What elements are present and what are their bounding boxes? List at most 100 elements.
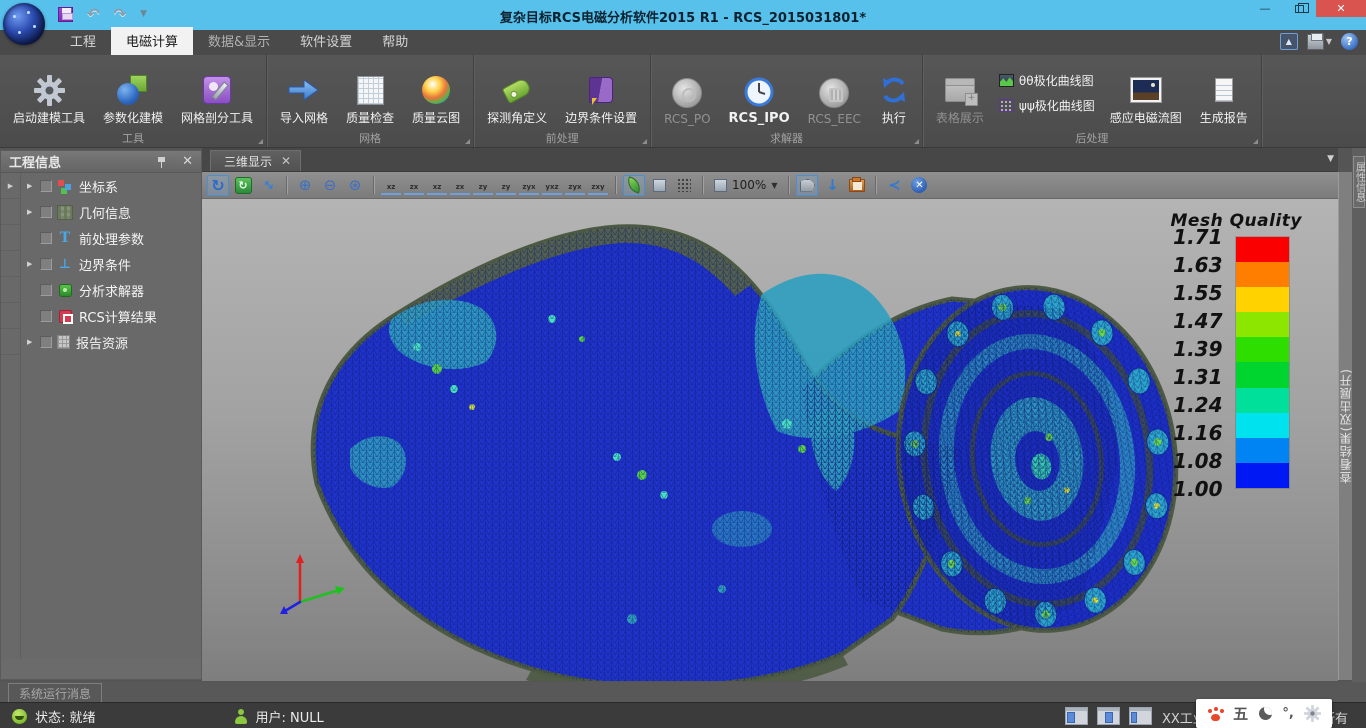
- rcs-eec-button[interactable]: RCS_EEC: [799, 57, 870, 129]
- tab-shuju-xianshi[interactable]: 数据&显示: [193, 27, 285, 55]
- view-orientation-button[interactable]: zx: [450, 175, 470, 195]
- layout-left-icon[interactable]: [1065, 707, 1088, 725]
- tree-item-rcs-result[interactable]: RCS计算结果: [1, 303, 201, 329]
- close-button[interactable]: ✕: [1316, 0, 1366, 17]
- probe-angle-button[interactable]: 探测角定义: [478, 57, 556, 129]
- tab-gongcheng[interactable]: 工程: [55, 27, 111, 55]
- import-mesh-button[interactable]: 导入网格: [271, 57, 337, 129]
- table-display-button[interactable]: 表格展示: [927, 57, 993, 129]
- tab-dianci-jisuan[interactable]: 电磁计算: [111, 27, 193, 55]
- rotate-view-button[interactable]: ↻: [207, 175, 229, 196]
- quality-check-button[interactable]: 质量检查: [337, 57, 403, 129]
- layout-center-icon[interactable]: [1097, 707, 1120, 725]
- wireframe-render-button[interactable]: [673, 175, 695, 196]
- view-orientation-button[interactable]: zy: [473, 175, 493, 195]
- expander-icon[interactable]: ▶: [27, 260, 40, 268]
- capture-folder-button[interactable]: [846, 175, 868, 196]
- view-orientation-button[interactable]: zx: [404, 175, 424, 195]
- boundary-settings-button[interactable]: 边界条件设置: [556, 57, 646, 129]
- rcs-ipo-button[interactable]: RCS_IPO: [720, 57, 799, 129]
- shaded-render-button[interactable]: [623, 175, 645, 196]
- view-orientation-button[interactable]: zy: [496, 175, 516, 195]
- help-icon[interactable]: ?: [1341, 33, 1358, 50]
- flat-render-button[interactable]: [648, 175, 670, 196]
- pin-icon[interactable]: [156, 156, 168, 168]
- tree-item-coordinate[interactable]: ▶ 坐标系: [1, 173, 201, 199]
- minimize-button[interactable]: —: [1248, 0, 1282, 17]
- close-tab-icon[interactable]: ✕: [281, 154, 291, 168]
- share-link-button[interactable]: ≺: [883, 175, 905, 196]
- legend-colorbar: [1235, 236, 1290, 489]
- tree-item-solver[interactable]: 分析求解器: [1, 277, 201, 303]
- checkbox[interactable]: [40, 180, 52, 192]
- print-preview-button[interactable]: ▼: [1307, 34, 1332, 50]
- checkbox[interactable]: [40, 232, 52, 244]
- layout-narrow-icon[interactable]: [1129, 707, 1152, 725]
- tree-item-geometry[interactable]: ▶ 几何信息: [1, 199, 201, 225]
- region-select-button[interactable]: [796, 175, 818, 196]
- results-collapsed-tab[interactable]: 查看结果(双击展开): [1338, 172, 1352, 680]
- bottom-dock: 系统运行消息: [0, 682, 1366, 702]
- tab-bangzhu[interactable]: 帮助: [367, 27, 423, 55]
- zoom-level-dropdown[interactable]: 100% ▼: [710, 178, 781, 192]
- view-orientation-button[interactable]: xz: [381, 175, 401, 195]
- group-corner-mark[interactable]: [1253, 139, 1258, 144]
- tab-ruanjian-shezhi[interactable]: 软件设置: [285, 27, 367, 55]
- view-orientation-button[interactable]: zyx: [519, 175, 539, 195]
- viewport-3d[interactable]: Mesh Quality 1.71 1.63 1.55 1.47 1.39 1.…: [202, 199, 1338, 681]
- checkbox[interactable]: [40, 284, 52, 296]
- pan-view-button[interactable]: ↔: [257, 175, 279, 196]
- view-orientation-button[interactable]: yxz: [542, 175, 562, 195]
- checkbox[interactable]: [40, 310, 52, 322]
- zoom-fit-icon[interactable]: ⊛: [344, 175, 366, 196]
- close-icon[interactable]: ✕: [182, 156, 193, 168]
- expander-icon[interactable]: ▶: [27, 208, 40, 216]
- tree-item-report[interactable]: ▶ 报告资源: [1, 329, 201, 355]
- execute-button[interactable]: 执行: [870, 57, 918, 129]
- properties-collapsed-tab[interactable]: 属性信息: [1353, 156, 1365, 208]
- checkbox[interactable]: [40, 336, 52, 348]
- group-corner-mark[interactable]: [914, 139, 919, 144]
- group-corner-mark[interactable]: [642, 139, 647, 144]
- drop-down-view-button[interactable]: ↓: [821, 175, 843, 196]
- expander-icon[interactable]: ▶: [27, 182, 40, 190]
- parametric-modeling-button[interactable]: 参数化建模: [94, 57, 172, 129]
- close-view-button[interactable]: ✕: [908, 175, 930, 196]
- ribbon-group-tools: 启动建模工具 参数化建模 网格剖分工具 工具: [0, 55, 267, 147]
- zoom-out-icon[interactable]: ⊖: [319, 175, 341, 196]
- ime-wubi-mode[interactable]: 五: [1233, 703, 1248, 724]
- viewport-toolbar: ↻ ↻ ↔ ⊕ ⊖ ⊛ xz zx xz zx zy zy zyx yxz zy…: [202, 172, 1338, 199]
- gutter-expander-icon[interactable]: ▶: [1, 173, 20, 199]
- restore-button[interactable]: [1282, 0, 1316, 17]
- rcs-po-button[interactable]: RCS_PO: [655, 57, 719, 129]
- collapse-ribbon-icon[interactable]: ▲: [1280, 33, 1298, 50]
- ime-settings-gear-icon[interactable]: [1304, 705, 1321, 722]
- checkbox[interactable]: [40, 258, 52, 270]
- view-orientation-button[interactable]: xz: [427, 175, 447, 195]
- spin-view-button[interactable]: ↻: [232, 175, 254, 196]
- psi-polar-curve-button[interactable]: ψψ极化曲线图: [999, 97, 1095, 114]
- tree-item-preprocess[interactable]: T 前处理参数: [1, 225, 201, 251]
- zoom-in-icon[interactable]: ⊕: [294, 175, 316, 196]
- system-messages-tab[interactable]: 系统运行消息: [8, 683, 102, 702]
- mesh-partition-tool-button[interactable]: 网格剖分工具: [172, 57, 262, 129]
- tab-3d-display[interactable]: 三维显示 ✕: [210, 150, 301, 171]
- induced-current-map-button[interactable]: 感应电磁流图: [1101, 57, 1191, 129]
- purple-chart-icon: [999, 99, 1014, 112]
- ime-halfwidth-moon-icon[interactable]: [1259, 707, 1272, 720]
- view-orientation-button[interactable]: zxy: [588, 175, 608, 195]
- tab-overflow-icon[interactable]: ▼: [1327, 154, 1334, 164]
- tree-item-boundary[interactable]: ▶ ⊥ 边界条件: [1, 251, 201, 277]
- theta-polar-curve-button[interactable]: θθ极化曲线图: [999, 72, 1095, 89]
- launch-modeling-tool-button[interactable]: 启动建模工具: [4, 57, 94, 129]
- group-corner-mark[interactable]: [258, 139, 263, 144]
- expander-icon[interactable]: ▶: [27, 338, 40, 346]
- group-label-solver: 求解器: [651, 130, 922, 146]
- view-orientation-button[interactable]: zyx: [565, 175, 585, 195]
- group-corner-mark[interactable]: [465, 139, 470, 144]
- quality-cloudmap-button[interactable]: 质量云图: [403, 57, 469, 129]
- generate-report-button[interactable]: 生成报告: [1191, 57, 1257, 129]
- checkbox[interactable]: [40, 206, 52, 218]
- ime-paw-icon[interactable]: [1207, 707, 1223, 721]
- ime-punctuation-toggle[interactable]: °,: [1282, 706, 1293, 721]
